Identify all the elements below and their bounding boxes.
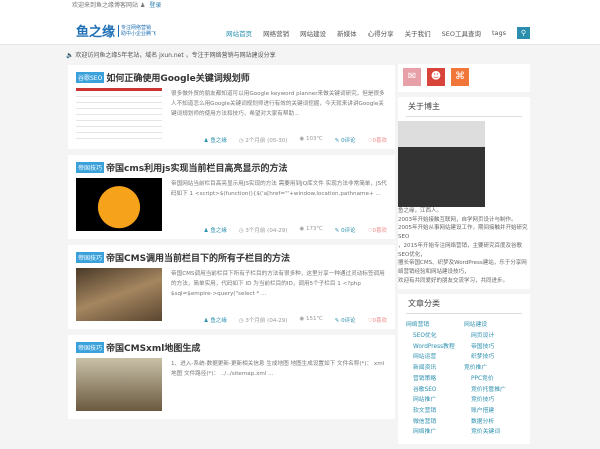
speaker-icon: 🔈 [66,52,74,59]
post-card: 谷歌SEO 如何正确使用Google关键词规划师 很多做外贸的朋友都知道可以用Go… [68,65,395,149]
nav-item[interactable]: 心得分享 [368,28,394,38]
qq-icon[interactable]: ☻ [427,68,445,86]
category-widget: 文章分类 网络营销 SEO优化 WordPress教程 网站运营 新闻资讯 营销… [398,294,530,445]
category-link[interactable]: 账户搭建 [464,406,522,417]
social-links: ✉ ☻ ⌘ [398,64,530,92]
category-link[interactable]: WordPress教程 [406,342,464,353]
post-views: ◉ 151℃ [299,316,323,322]
category-column: 网站建设 网页设计 帝国技巧 织梦技巧 竞价推广 PPC竞价 竞价托管推广 竞价… [464,320,522,438]
post-comments[interactable]: ✎ 0评论 [335,136,356,144]
nav-tags[interactable]: tags [492,29,506,37]
notice-text: 欢迎访问鱼之缘5年老站，域名 jxun.net ，专注于网络营销与网站建设分享 [75,52,276,59]
post-author[interactable]: ♟ 鱼之缘 [204,226,227,234]
post-title[interactable]: 如何正确使用Google关键词规划师 [106,71,249,84]
header: 鱼之缘 专注网络营销 助中小企业腾飞 网站首页 网络营销 网站建设 新媒体 心得分享… [0,12,600,45]
sidebar: ✉ ☻ ⌘ 关于博主 鱼之缘，江西人。 2003年开始接触互联网，自学网页设计与制… [398,64,530,449]
email-icon[interactable]: ✉ [403,68,421,86]
post-tag[interactable]: 帝国技巧 [76,252,105,263]
nav-item[interactable]: 网站建设 [300,28,326,38]
login-link[interactable]: 登录 [149,2,161,9]
post-thumbnail[interactable] [76,88,162,141]
logo-text: 鱼之缘 [76,25,116,40]
category-link[interactable]: 微信营销 [406,417,464,428]
post-views: ◉ 103℃ [299,136,323,142]
category-link[interactable]: 数据分析 [464,417,522,428]
category-link[interactable]: 网站运营 [406,352,464,363]
nav-item[interactable]: 新媒体 [337,28,357,38]
post-title[interactable]: 帝国cms利用js实现当前栏目高亮显示的方法 [106,161,288,174]
nav-home[interactable]: 网站首页 [226,28,252,38]
post-tag[interactable]: 帝国技巧 [76,162,105,173]
top-bar: 欢迎来到鱼之缘博客网站 ♟ 登录 [0,0,600,12]
post-thumbnail[interactable] [76,178,162,231]
category-link[interactable]: 新闻资讯 [406,363,464,374]
post-excerpt: 很多做外贸的朋友都知道可以用Google keyword planner来做关键… [171,91,385,117]
post-thumbnail[interactable] [76,268,162,321]
category-link[interactable]: 谷歌SEO [406,385,464,396]
welcome-text: 欢迎来到鱼之缘博客网站 [72,2,139,9]
post-time: ◷ 3个月前 (04-29) [238,228,288,234]
notice-bar: 🔈 欢迎访问鱼之缘5年老站，域名 jxun.net ，专注于网络营销与网站建设分… [66,50,276,59]
widget-title: 关于博主 [406,97,522,117]
category-link[interactable]: 织梦技巧 [464,352,522,363]
post-likes[interactable]: ♡0喜欢 [368,136,387,144]
category-link[interactable]: 帝国技巧 [464,342,522,353]
about-text: 鱼之缘，江西人。 2003年开始接触互联网，自学网页设计与制作。 2005年开始从事… [398,208,528,284]
post-title[interactable]: 帝国CMSxml地图生成 [106,341,200,354]
author-photo [398,121,485,207]
category-link[interactable]: 网络推广 [406,427,464,438]
category-link[interactable]: SEO优化 [406,331,464,342]
post-thumbnail[interactable] [76,358,162,411]
post-excerpt: 帝国CMS调用当前栏目下所有子栏目的方法有很多种，这里分享一种通过灵动标签调用的… [171,271,385,297]
post-likes[interactable]: ♡0喜欢 [368,226,387,234]
category-link[interactable]: 竞价托管推广 [464,385,522,396]
post-tag[interactable]: 帝国技巧 [76,342,105,353]
category-link[interactable]: 竞价推广 [464,363,522,374]
category-link[interactable]: PPC竞价 [464,374,522,385]
post-likes[interactable]: ♡0喜欢 [368,316,387,324]
post-author[interactable]: ♟ 鱼之缘 [204,316,227,324]
post-tag[interactable]: 谷歌SEO [76,72,105,83]
post-meta: ♟ 鱼之缘 ◷ 2个月前 (05-30) ◉ 103℃ ✎ 0评论 ♡0喜欢 [204,136,387,144]
post-excerpt: 1、进入-系统-数据更新-更新相关信息 生成地图 地图生成设置如下 文件名称(*… [171,361,385,377]
category-link[interactable]: 网页设计 [464,331,522,342]
post-time: ◷ 3个月前 (04-29) [238,318,288,324]
post-title[interactable]: 帝国CMS调用当前栏目下的所有子栏目的方法 [106,251,290,264]
slogan: 专注网络营销 助中小企业腾飞 [118,24,156,37]
post-card: 帝国技巧 帝国CMSxml地图生成 1、进入-系统-数据更新-更新相关信息 生成地… [68,335,395,419]
widget-title: 文章分类 [406,294,522,315]
post-meta: ♟ 鱼之缘 ◷ 3个月前 (04-29) ◉ 151℃ ✎ 0评论 ♡0喜欢 [204,316,387,324]
post-comments[interactable]: ✎ 0评论 [335,316,356,324]
category-column: 网络营销 SEO优化 WordPress教程 网站运营 新闻资讯 营销策略 谷歌… [406,320,464,438]
user-icon: ♟ [139,2,146,9]
post-comments[interactable]: ✎ 0评论 [335,226,356,234]
logo[interactable]: 鱼之缘 专注网络营销 助中小企业腾飞 [76,21,156,40]
main-nav: 网站首页 网络营销 网站建设 新媒体 心得分享 关于我们 SEO工具查询 tag… [226,27,530,39]
rss-icon[interactable]: ⌘ [451,68,469,86]
category-link[interactable]: 网站推广 [406,395,464,406]
category-link[interactable]: 竞价技巧 [464,395,522,406]
post-author[interactable]: ♟ 鱼之缘 [204,136,227,144]
search-button[interactable]: ⚲ [517,27,530,39]
about-widget: 关于博主 鱼之缘，江西人。 2003年开始接触互联网，自学网页设计与制作。 2005… [398,97,530,290]
nav-item[interactable]: 网络营销 [263,28,289,38]
post-list: 谷歌SEO 如何正确使用Google关键词规划师 很多做外贸的朋友都知道可以用Go… [68,65,395,425]
category-link[interactable]: 营销策略 [406,374,464,385]
nav-item[interactable]: 关于我们 [405,28,431,38]
category-link[interactable]: 网站建设 [464,320,522,331]
post-card: 帝国技巧 帝国CMS调用当前栏目下的所有子栏目的方法 帝国CMS调用当前栏目下所有… [68,245,395,329]
category-link[interactable]: 竞价关键词 [464,427,522,438]
post-time: ◷ 2个月前 (05-30) [238,138,288,144]
category-link[interactable]: 网络营销 [406,320,464,331]
post-views: ◉ 173℃ [299,226,323,232]
search-icon: ⚲ [520,29,527,37]
post-excerpt: 帝国网站当前栏目高亮显示用JS实现的方法 需要用到JQ库文件 实现方法非常简单，… [171,181,387,197]
post-card: 帝国技巧 帝国cms利用js实现当前栏目高亮显示的方法 帝国网站当前栏目高亮显示用… [68,155,395,239]
nav-item[interactable]: SEO工具查询 [442,28,481,38]
post-meta: ♟ 鱼之缘 ◷ 3个月前 (04-29) ◉ 173℃ ✎ 0评论 ♡0喜欢 [204,226,387,234]
category-link[interactable]: 软文营销 [406,406,464,417]
